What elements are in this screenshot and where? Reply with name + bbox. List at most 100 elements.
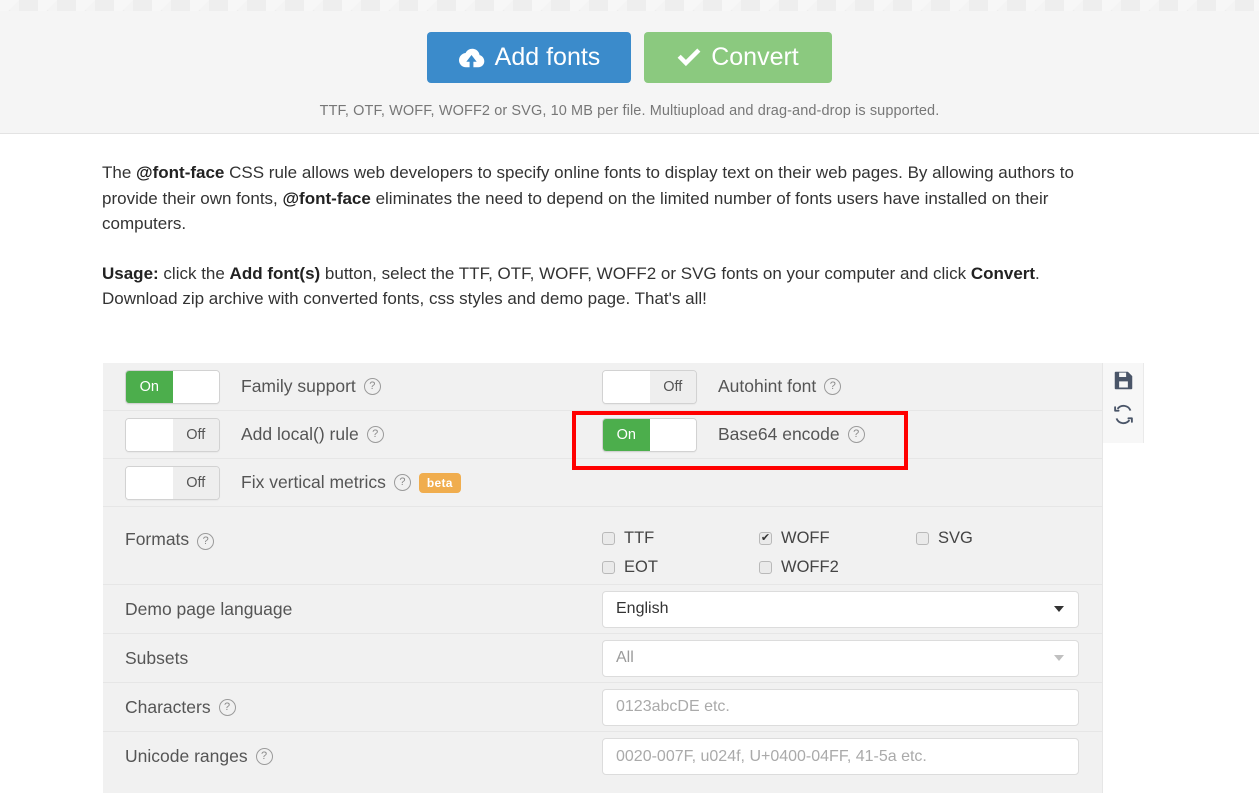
beta-badge: beta: [418, 472, 461, 493]
demo-language-field-wrap: English: [602, 590, 1102, 628]
unicode-ranges-placeholder: 0020-007F, u024f, U+0400-04FF, 41-5a etc…: [616, 747, 927, 765]
add-local-rule-label-group: Add local() rule ?: [241, 424, 384, 445]
convert-button[interactable]: Convert: [644, 32, 832, 83]
convert-mention: Convert: [970, 263, 1036, 283]
family-support-toggle-on: On: [126, 370, 173, 403]
fix-vertical-metrics-toggle[interactable]: Off: [125, 465, 220, 500]
add-local-rule-toggle-knob: [126, 418, 173, 451]
demo-language-value: English: [616, 600, 669, 617]
add-fonts-button[interactable]: Add fonts: [427, 32, 631, 83]
autohint-font-label: Autohint font: [718, 376, 817, 396]
base64-encode-toggle[interactable]: On: [602, 417, 697, 452]
format-checkbox-woff2[interactable]: WOFF2: [759, 558, 916, 577]
autohint-font-toggle[interactable]: Off: [602, 369, 697, 404]
settings-row-fix-vertical-metrics: Off Fix vertical metrics ? beta: [103, 459, 1102, 507]
settings-row-subsets: Subsets All: [103, 634, 1102, 683]
characters-help-icon[interactable]: ?: [218, 698, 236, 716]
subsets-value: All: [616, 649, 634, 666]
checkbox-box-svg: [916, 532, 929, 545]
autohint-font-label-group: Autohint font ?: [718, 376, 842, 397]
fix-vertical-metrics-label: Fix vertical metrics: [241, 472, 386, 492]
checkbox-box-ttf: [602, 532, 615, 545]
base64-encode-label-group: Base64 encode ?: [718, 424, 865, 445]
convert-label: Convert: [711, 43, 799, 71]
usage-label: Usage:: [102, 263, 159, 283]
unicode-ranges-field-wrap: 0020-007F, u024f, U+0400-04FF, 41-5a etc…: [602, 738, 1102, 775]
add-local-rule-label: Add local() rule: [241, 424, 359, 444]
add-local-rule-cell: Off Add local() rule ?: [103, 411, 580, 458]
site-header-pattern: [0, 0, 1259, 11]
format-label-eot: EOT: [624, 558, 658, 576]
family-support-help-icon[interactable]: ?: [363, 378, 381, 395]
characters-label: Characters: [125, 696, 211, 717]
intro-p1-part-a: The: [102, 163, 137, 182]
fix-vertical-metrics-help-icon[interactable]: ?: [393, 474, 411, 491]
cloud-upload-icon: [458, 47, 485, 69]
refresh-icon[interactable]: [1113, 404, 1134, 425]
family-support-toggle[interactable]: On: [125, 369, 220, 404]
subsets-select[interactable]: All: [602, 639, 1079, 677]
settings-row-unicode-ranges: Unicode ranges ? 0020-007F, u024f, U+040…: [103, 732, 1102, 781]
subsets-label: Subsets: [125, 647, 189, 668]
formats-help-icon[interactable]: ?: [197, 533, 215, 550]
format-checkbox-svg[interactable]: SVG: [916, 529, 1073, 548]
demo-language-select[interactable]: English: [602, 590, 1079, 628]
base64-encode-toggle-on: On: [603, 418, 650, 451]
intro-p2-part-a: click the: [158, 263, 230, 283]
family-support-toggle-knob: [172, 370, 219, 403]
format-label-svg: SVG: [938, 529, 973, 547]
add-local-rule-toggle-off: Off: [172, 418, 219, 451]
characters-input[interactable]: 0123abcDE etc.: [602, 688, 1079, 726]
fix-vertical-metrics-toggle-off: Off: [172, 466, 219, 499]
base64-encode-label: Base64 encode: [718, 424, 840, 444]
unicode-ranges-input[interactable]: 0020-007F, u024f, U+0400-04FF, 41-5a etc…: [602, 738, 1079, 775]
add-fonts-label: Add fonts: [494, 43, 601, 71]
check-icon: [677, 48, 701, 68]
hero-action-buttons: Add fonts Convert: [0, 32, 1259, 83]
unicode-ranges-help-icon[interactable]: ?: [255, 748, 273, 765]
formats-label-group: Formats ?: [103, 507, 602, 550]
base64-encode-toggle-knob: [649, 418, 696, 451]
format-checkbox-ttf[interactable]: TTF: [602, 529, 759, 548]
intro-p2-part-b: button, select the TTF, OTF, WOFF, WOFF2…: [320, 263, 971, 283]
family-support-label-group: Family support ?: [241, 376, 381, 397]
unicode-ranges-label-group: Unicode ranges ?: [103, 746, 602, 767]
format-checkbox-woff[interactable]: ✔ WOFF: [759, 529, 916, 548]
settings-row-characters: Characters ? 0123abcDE etc.: [103, 683, 1102, 732]
format-label-ttf: TTF: [624, 529, 655, 547]
base64-encode-cell: On Base64 encode ?: [580, 411, 865, 458]
format-checkbox-eot[interactable]: EOT: [602, 558, 759, 577]
checkbox-box-eot: [602, 561, 615, 574]
formats-checkbox-grid: TTF ✔ WOFF SVG EOT WOFF2: [602, 507, 1073, 577]
settings-side-toolbar: [1103, 363, 1144, 443]
settings-panel: On Family support ? Off Autohint font ?: [103, 363, 1103, 793]
autohint-font-toggle-knob: [603, 370, 650, 403]
unicode-ranges-label: Unicode ranges: [125, 746, 248, 766]
add-local-rule-help-icon[interactable]: ?: [366, 426, 384, 443]
fix-vertical-metrics-label-group: Fix vertical metrics ? beta: [241, 472, 461, 493]
autohint-font-help-icon[interactable]: ?: [824, 378, 842, 395]
family-support-label: Family support: [241, 376, 356, 396]
demo-language-label: Demo page language: [125, 598, 293, 619]
autohint-font-toggle-off: Off: [649, 370, 696, 403]
characters-placeholder: 0123abcDE etc.: [616, 698, 730, 715]
upload-hint-text: TTF, OTF, WOFF, WOFF2 or SVG, 10 MB per …: [319, 103, 940, 119]
checkbox-box-woff: ✔: [759, 532, 772, 545]
format-label-woff2: WOFF2: [781, 558, 839, 576]
formats-label: Formats: [125, 529, 190, 549]
chevron-down-icon-subsets: [1054, 655, 1064, 661]
intro-p1-fontface-1: @font-face: [136, 163, 225, 182]
save-icon[interactable]: [1113, 370, 1134, 391]
base64-encode-help-icon[interactable]: ?: [847, 426, 865, 443]
chevron-down-icon: [1054, 606, 1064, 612]
intro-paragraph-2: Usage: click the Add font(s) button, sel…: [102, 261, 1102, 312]
characters-field-wrap: 0123abcDE etc.: [602, 688, 1102, 726]
settings-row-formats: Formats ? TTF ✔ WOFF SVG EOT WOFF2: [103, 507, 1102, 585]
checkbox-box-woff2: [759, 561, 772, 574]
fix-vertical-metrics-toggle-knob: [126, 466, 173, 499]
settings-row-demo-language: Demo page language English: [103, 585, 1102, 634]
add-local-rule-toggle[interactable]: Off: [125, 417, 220, 452]
intro-p1-fontface-2: @font-face: [282, 188, 371, 208]
add-fonts-mention: Add font(s): [229, 263, 321, 283]
intro-paragraph-1: The @font-face CSS rule allows web devel…: [102, 160, 1102, 237]
